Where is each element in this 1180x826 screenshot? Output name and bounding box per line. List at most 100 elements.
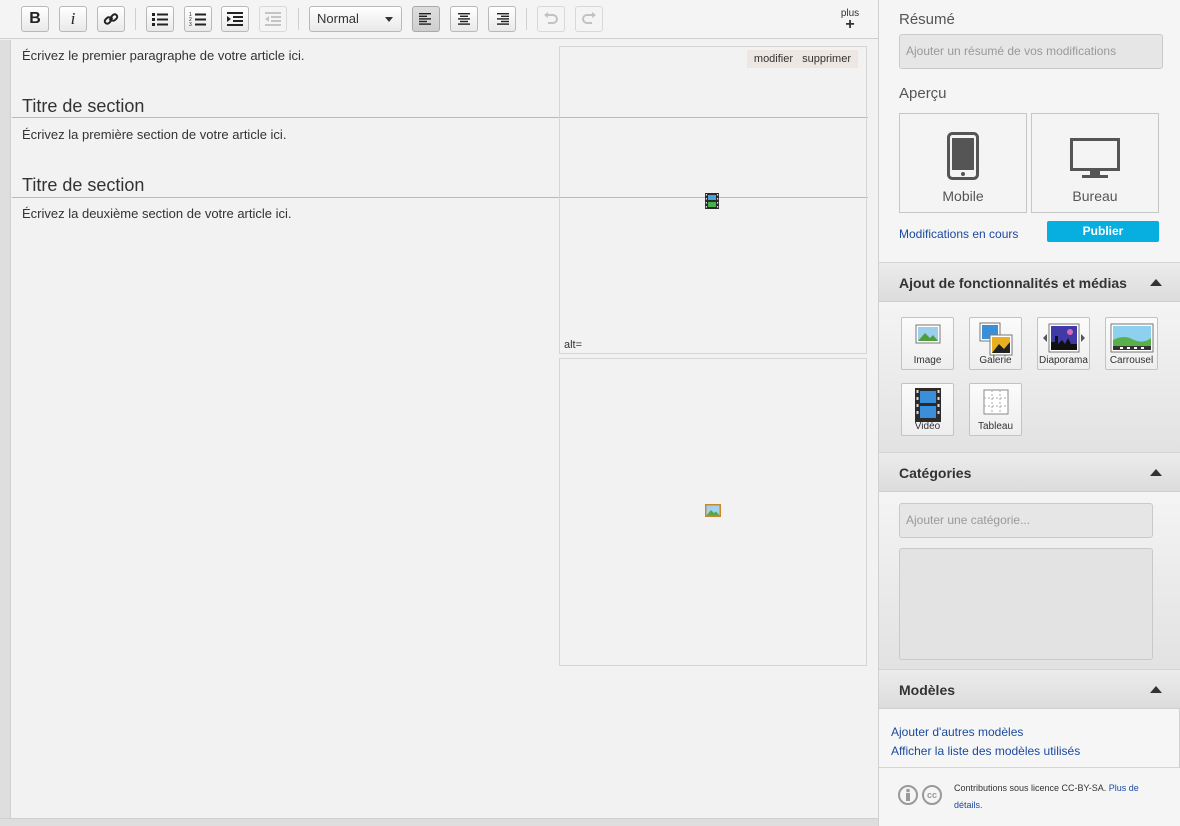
image-label: Image [913,355,942,366]
preview-desktop-button[interactable]: Bureau [1031,113,1159,213]
chevron-down-icon [385,17,393,22]
collapse-triangle-icon[interactable] [1150,279,1162,286]
table-label: Tableau [977,421,1014,432]
italic-icon: i [70,9,76,28]
plus-icon: + [845,16,855,33]
categories-panel-header[interactable]: Catégories [879,452,1180,492]
align-left-button[interactable] [412,6,440,32]
toolbar-separator [298,8,299,30]
features-panel: Image Galerie Diaporama Carrousel Vidéo … [879,302,1180,452]
add-table-button[interactable]: Tableau [969,383,1022,436]
toolbar-separator [135,8,136,30]
undo-button[interactable] [537,6,565,32]
templates-panel: Ajouter d'autres modèles Afficher la lis… [879,709,1180,767]
collapse-triangle-icon[interactable] [1150,469,1162,476]
slideshow-label: Diaporama [1039,355,1088,366]
delete-media-link[interactable]: supprimer [802,53,851,65]
attribution-icon [898,785,918,805]
section-paragraph[interactable]: Écrivez la première section de votre art… [22,127,286,142]
numbered-list-icon: 1 2 3 [189,12,206,27]
alt-label: alt= [564,339,583,351]
features-panel-title: Ajout de fonctionnalités et médias [899,275,1127,291]
bold-button[interactable]: B [21,6,49,32]
format-select[interactable]: Normal [309,6,402,32]
numbered-list-button[interactable]: 1 2 3 [184,6,212,32]
bold-icon: B [29,10,41,27]
film-icon [914,388,941,422]
gallery-label: Galerie [979,355,1012,366]
italic-button[interactable]: i [59,6,87,32]
preview-label: Aperçu [899,85,947,102]
media-actions: modifier supprimer [746,50,858,68]
indent-button[interactable] [221,6,249,32]
features-panel-header[interactable]: Ajout de fonctionnalités et médias [879,262,1180,302]
publish-button[interactable]: Publier [1047,221,1159,242]
align-right-button[interactable] [488,6,516,32]
align-left-icon [419,13,431,25]
license-text: Contributions sous licence CC-BY-SA. [954,783,1107,793]
editor-area: B i 1 2 3 Normal plus + Écrivez le premi… [0,0,879,826]
gallery-icon [979,322,1012,356]
film-icon [705,193,719,209]
indent-icon [227,12,243,26]
used-templates-link[interactable]: Afficher la liste des modèles utilisés [891,744,1080,758]
bulleted-list-icon [152,13,168,26]
more-button[interactable]: plus + [836,9,864,33]
redo-icon [582,12,596,24]
bulleted-list-button[interactable] [146,6,174,32]
summary-label: Résumé [899,11,955,28]
desktop-monitor-icon [1070,138,1120,178]
section-title[interactable]: Titre de section [22,96,144,117]
undo-icon [544,12,558,24]
table-icon [983,389,1008,415]
image-embed[interactable] [559,358,867,666]
left-scroll-rail [0,40,11,826]
add-templates-link[interactable]: Ajouter d'autres modèles [891,725,1023,739]
outdent-icon [265,12,281,26]
creative-commons-icon: cc [922,785,942,805]
add-carousel-button[interactable]: Carrousel [1105,317,1158,370]
slideshow-icon [1042,323,1085,353]
article-body[interactable]: Écrivez le premier paragraphe de votre a… [12,40,878,818]
align-right-icon [497,13,509,25]
categories-panel-title: Catégories [899,465,972,481]
align-center-icon [458,13,470,25]
intro-paragraph[interactable]: Écrivez le premier paragraphe de votre a… [22,48,305,63]
carousel-label: Carrousel [1109,355,1154,366]
add-slideshow-button[interactable]: Diaporama [1037,317,1090,370]
carousel-icon [1110,323,1153,353]
align-center-button[interactable] [450,6,478,32]
add-image-button[interactable]: Image [901,317,954,370]
video-label: Vidéo [914,421,941,432]
link-button[interactable] [97,6,125,32]
preview-mobile-button[interactable]: Mobile [899,113,1027,213]
format-select-value: Normal [317,11,359,26]
templates-panel-header[interactable]: Modèles [879,669,1180,709]
image-icon [915,324,940,344]
link-icon [103,13,119,25]
bottom-scroll-rail [0,818,878,826]
section-title[interactable]: Titre de section [22,175,144,196]
add-video-button[interactable]: Vidéo [901,383,954,436]
outdent-button[interactable] [259,6,287,32]
desktop-label: Bureau [1072,188,1118,204]
image-icon [705,504,721,517]
category-input[interactable]: Ajouter une catégorie... [899,503,1153,538]
mobile-label: Mobile [942,188,984,204]
sidebar: Résumé Ajouter un résumé de vos modifica… [879,0,1180,826]
svg-text:3: 3 [189,22,192,27]
toolbar-separator [526,8,527,30]
edit-media-link[interactable]: modifier [754,53,793,65]
redo-button[interactable] [575,6,603,32]
templates-panel-title: Modèles [899,682,956,698]
summary-input[interactable]: Ajouter un résumé de vos modifications [899,34,1163,69]
license-notice: Contributions sous licence CC-BY-SA. Plu… [954,780,1169,814]
footer-divider [879,767,1180,768]
video-embed[interactable]: modifier supprimer alt= [559,46,867,354]
section-paragraph[interactable]: Écrivez la deuxième section de votre art… [22,206,292,221]
add-gallery-button[interactable]: Galerie [969,317,1022,370]
editor-toolbar: B i 1 2 3 Normal plus + [0,0,878,39]
mobile-phone-icon [947,132,979,180]
collapse-triangle-icon[interactable] [1150,686,1162,693]
modifications-link[interactable]: Modifications en cours [899,227,1018,241]
